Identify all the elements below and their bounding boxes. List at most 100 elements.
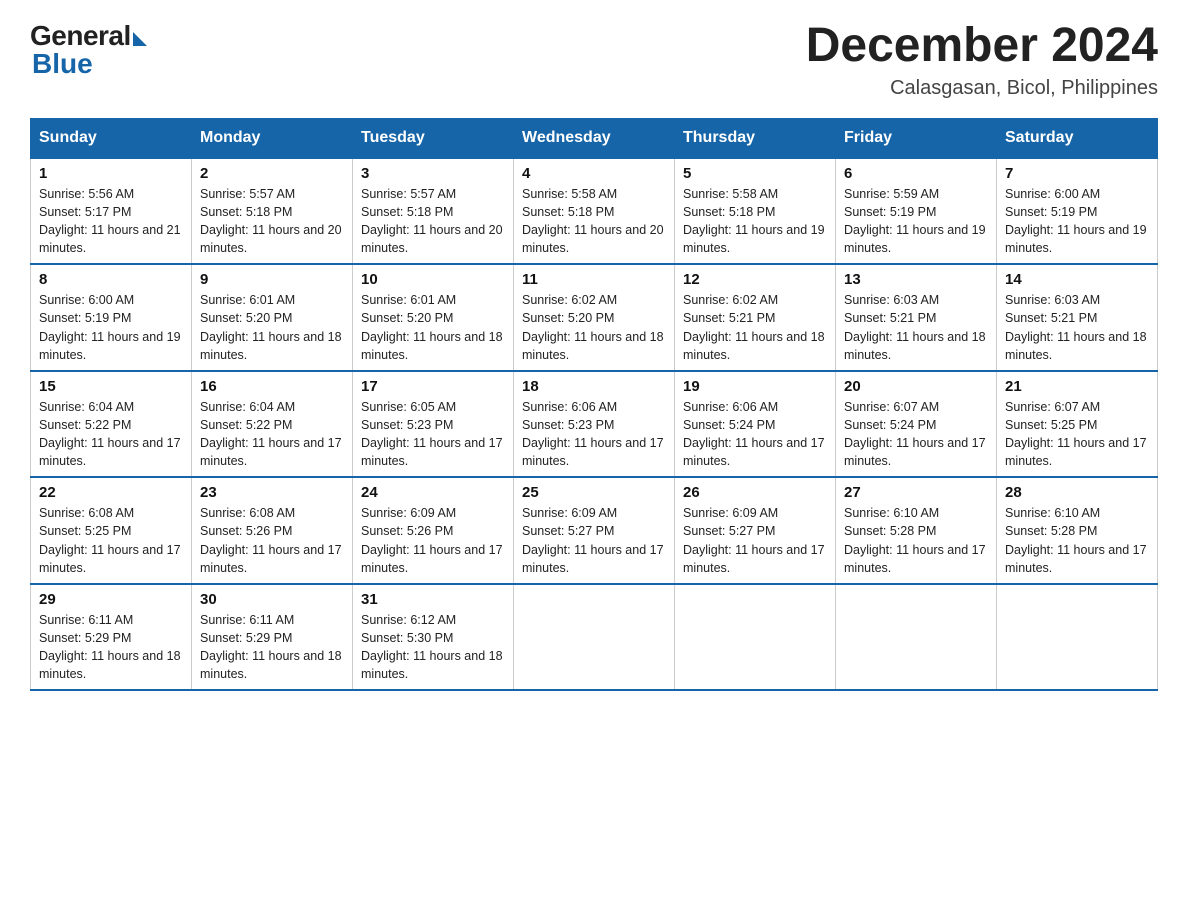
- calendar-cell: 27 Sunrise: 6:10 AMSunset: 5:28 PMDaylig…: [836, 477, 997, 584]
- calendar-cell: 10 Sunrise: 6:01 AMSunset: 5:20 PMDaylig…: [353, 264, 514, 371]
- day-detail: Sunrise: 6:03 AMSunset: 5:21 PMDaylight:…: [1005, 291, 1149, 364]
- day-number: 29: [39, 591, 183, 608]
- calendar-cell: 24 Sunrise: 6:09 AMSunset: 5:26 PMDaylig…: [353, 477, 514, 584]
- calendar-cell: 31 Sunrise: 6:12 AMSunset: 5:30 PMDaylig…: [353, 584, 514, 691]
- calendar-header-row: SundayMondayTuesdayWednesdayThursdayFrid…: [31, 118, 1158, 158]
- calendar-cell: 3 Sunrise: 5:57 AMSunset: 5:18 PMDayligh…: [353, 158, 514, 265]
- day-detail: Sunrise: 6:04 AMSunset: 5:22 PMDaylight:…: [39, 398, 183, 471]
- day-detail: Sunrise: 6:09 AMSunset: 5:27 PMDaylight:…: [522, 504, 666, 577]
- col-header-wednesday: Wednesday: [514, 118, 675, 158]
- calendar-cell: [836, 584, 997, 691]
- calendar-cell: 29 Sunrise: 6:11 AMSunset: 5:29 PMDaylig…: [31, 584, 192, 691]
- title-block: December 2024 Calasgasan, Bicol, Philipp…: [806, 20, 1158, 100]
- day-number: 16: [200, 378, 344, 395]
- day-detail: Sunrise: 5:59 AMSunset: 5:19 PMDaylight:…: [844, 185, 988, 258]
- col-header-tuesday: Tuesday: [353, 118, 514, 158]
- logo-arrow-icon: [133, 32, 147, 46]
- calendar-cell: 19 Sunrise: 6:06 AMSunset: 5:24 PMDaylig…: [675, 371, 836, 478]
- day-detail: Sunrise: 5:57 AMSunset: 5:18 PMDaylight:…: [200, 185, 344, 258]
- day-number: 5: [683, 165, 827, 182]
- calendar-cell: 26 Sunrise: 6:09 AMSunset: 5:27 PMDaylig…: [675, 477, 836, 584]
- day-number: 13: [844, 271, 988, 288]
- calendar-week-row: 22 Sunrise: 6:08 AMSunset: 5:25 PMDaylig…: [31, 477, 1158, 584]
- col-header-monday: Monday: [192, 118, 353, 158]
- calendar-week-row: 29 Sunrise: 6:11 AMSunset: 5:29 PMDaylig…: [31, 584, 1158, 691]
- day-number: 15: [39, 378, 183, 395]
- calendar-cell: 15 Sunrise: 6:04 AMSunset: 5:22 PMDaylig…: [31, 371, 192, 478]
- calendar-cell: 4 Sunrise: 5:58 AMSunset: 5:18 PMDayligh…: [514, 158, 675, 265]
- day-number: 26: [683, 484, 827, 501]
- day-detail: Sunrise: 6:10 AMSunset: 5:28 PMDaylight:…: [844, 504, 988, 577]
- day-number: 9: [200, 271, 344, 288]
- day-number: 23: [200, 484, 344, 501]
- calendar-cell: [675, 584, 836, 691]
- calendar-cell: 30 Sunrise: 6:11 AMSunset: 5:29 PMDaylig…: [192, 584, 353, 691]
- day-detail: Sunrise: 5:58 AMSunset: 5:18 PMDaylight:…: [522, 185, 666, 258]
- logo-blue-text: Blue: [30, 48, 93, 80]
- day-number: 10: [361, 271, 505, 288]
- calendar-cell: 16 Sunrise: 6:04 AMSunset: 5:22 PMDaylig…: [192, 371, 353, 478]
- calendar-cell: 25 Sunrise: 6:09 AMSunset: 5:27 PMDaylig…: [514, 477, 675, 584]
- calendar-cell: 1 Sunrise: 5:56 AMSunset: 5:17 PMDayligh…: [31, 158, 192, 265]
- calendar-cell: 8 Sunrise: 6:00 AMSunset: 5:19 PMDayligh…: [31, 264, 192, 371]
- day-detail: Sunrise: 6:06 AMSunset: 5:24 PMDaylight:…: [683, 398, 827, 471]
- calendar-cell: 21 Sunrise: 6:07 AMSunset: 5:25 PMDaylig…: [997, 371, 1158, 478]
- logo: General Blue: [30, 20, 147, 80]
- calendar-cell: 18 Sunrise: 6:06 AMSunset: 5:23 PMDaylig…: [514, 371, 675, 478]
- day-detail: Sunrise: 6:00 AMSunset: 5:19 PMDaylight:…: [1005, 185, 1149, 258]
- calendar-cell: 20 Sunrise: 6:07 AMSunset: 5:24 PMDaylig…: [836, 371, 997, 478]
- calendar-cell: 11 Sunrise: 6:02 AMSunset: 5:20 PMDaylig…: [514, 264, 675, 371]
- day-detail: Sunrise: 6:02 AMSunset: 5:21 PMDaylight:…: [683, 291, 827, 364]
- day-number: 31: [361, 591, 505, 608]
- day-detail: Sunrise: 6:04 AMSunset: 5:22 PMDaylight:…: [200, 398, 344, 471]
- calendar-cell: 6 Sunrise: 5:59 AMSunset: 5:19 PMDayligh…: [836, 158, 997, 265]
- day-detail: Sunrise: 6:01 AMSunset: 5:20 PMDaylight:…: [361, 291, 505, 364]
- col-header-sunday: Sunday: [31, 118, 192, 158]
- day-detail: Sunrise: 6:09 AMSunset: 5:26 PMDaylight:…: [361, 504, 505, 577]
- calendar-cell: [514, 584, 675, 691]
- calendar-week-row: 15 Sunrise: 6:04 AMSunset: 5:22 PMDaylig…: [31, 371, 1158, 478]
- col-header-saturday: Saturday: [997, 118, 1158, 158]
- day-number: 17: [361, 378, 505, 395]
- calendar-cell: 14 Sunrise: 6:03 AMSunset: 5:21 PMDaylig…: [997, 264, 1158, 371]
- calendar-cell: 22 Sunrise: 6:08 AMSunset: 5:25 PMDaylig…: [31, 477, 192, 584]
- calendar-week-row: 8 Sunrise: 6:00 AMSunset: 5:19 PMDayligh…: [31, 264, 1158, 371]
- day-detail: Sunrise: 6:10 AMSunset: 5:28 PMDaylight:…: [1005, 504, 1149, 577]
- calendar-cell: 9 Sunrise: 6:01 AMSunset: 5:20 PMDayligh…: [192, 264, 353, 371]
- calendar-cell: 13 Sunrise: 6:03 AMSunset: 5:21 PMDaylig…: [836, 264, 997, 371]
- day-detail: Sunrise: 5:58 AMSunset: 5:18 PMDaylight:…: [683, 185, 827, 258]
- day-detail: Sunrise: 6:11 AMSunset: 5:29 PMDaylight:…: [200, 611, 344, 684]
- day-number: 3: [361, 165, 505, 182]
- day-detail: Sunrise: 6:01 AMSunset: 5:20 PMDaylight:…: [200, 291, 344, 364]
- calendar-week-row: 1 Sunrise: 5:56 AMSunset: 5:17 PMDayligh…: [31, 158, 1158, 265]
- day-number: 30: [200, 591, 344, 608]
- day-detail: Sunrise: 6:08 AMSunset: 5:25 PMDaylight:…: [39, 504, 183, 577]
- day-detail: Sunrise: 6:11 AMSunset: 5:29 PMDaylight:…: [39, 611, 183, 684]
- day-detail: Sunrise: 6:02 AMSunset: 5:20 PMDaylight:…: [522, 291, 666, 364]
- day-number: 14: [1005, 271, 1149, 288]
- day-number: 4: [522, 165, 666, 182]
- col-header-friday: Friday: [836, 118, 997, 158]
- day-number: 21: [1005, 378, 1149, 395]
- day-detail: Sunrise: 6:07 AMSunset: 5:24 PMDaylight:…: [844, 398, 988, 471]
- day-detail: Sunrise: 6:00 AMSunset: 5:19 PMDaylight:…: [39, 291, 183, 364]
- calendar-cell: 7 Sunrise: 6:00 AMSunset: 5:19 PMDayligh…: [997, 158, 1158, 265]
- calendar-cell: 17 Sunrise: 6:05 AMSunset: 5:23 PMDaylig…: [353, 371, 514, 478]
- day-detail: Sunrise: 6:08 AMSunset: 5:26 PMDaylight:…: [200, 504, 344, 577]
- calendar-cell: 28 Sunrise: 6:10 AMSunset: 5:28 PMDaylig…: [997, 477, 1158, 584]
- day-detail: Sunrise: 5:56 AMSunset: 5:17 PMDaylight:…: [39, 185, 183, 258]
- day-number: 19: [683, 378, 827, 395]
- day-number: 25: [522, 484, 666, 501]
- calendar-table: SundayMondayTuesdayWednesdayThursdayFrid…: [30, 118, 1158, 692]
- calendar-cell: [997, 584, 1158, 691]
- calendar-cell: 12 Sunrise: 6:02 AMSunset: 5:21 PMDaylig…: [675, 264, 836, 371]
- day-detail: Sunrise: 6:03 AMSunset: 5:21 PMDaylight:…: [844, 291, 988, 364]
- calendar-cell: 2 Sunrise: 5:57 AMSunset: 5:18 PMDayligh…: [192, 158, 353, 265]
- calendar-cell: 23 Sunrise: 6:08 AMSunset: 5:26 PMDaylig…: [192, 477, 353, 584]
- day-detail: Sunrise: 6:07 AMSunset: 5:25 PMDaylight:…: [1005, 398, 1149, 471]
- day-number: 18: [522, 378, 666, 395]
- day-number: 27: [844, 484, 988, 501]
- day-detail: Sunrise: 6:05 AMSunset: 5:23 PMDaylight:…: [361, 398, 505, 471]
- day-number: 7: [1005, 165, 1149, 182]
- day-detail: Sunrise: 6:09 AMSunset: 5:27 PMDaylight:…: [683, 504, 827, 577]
